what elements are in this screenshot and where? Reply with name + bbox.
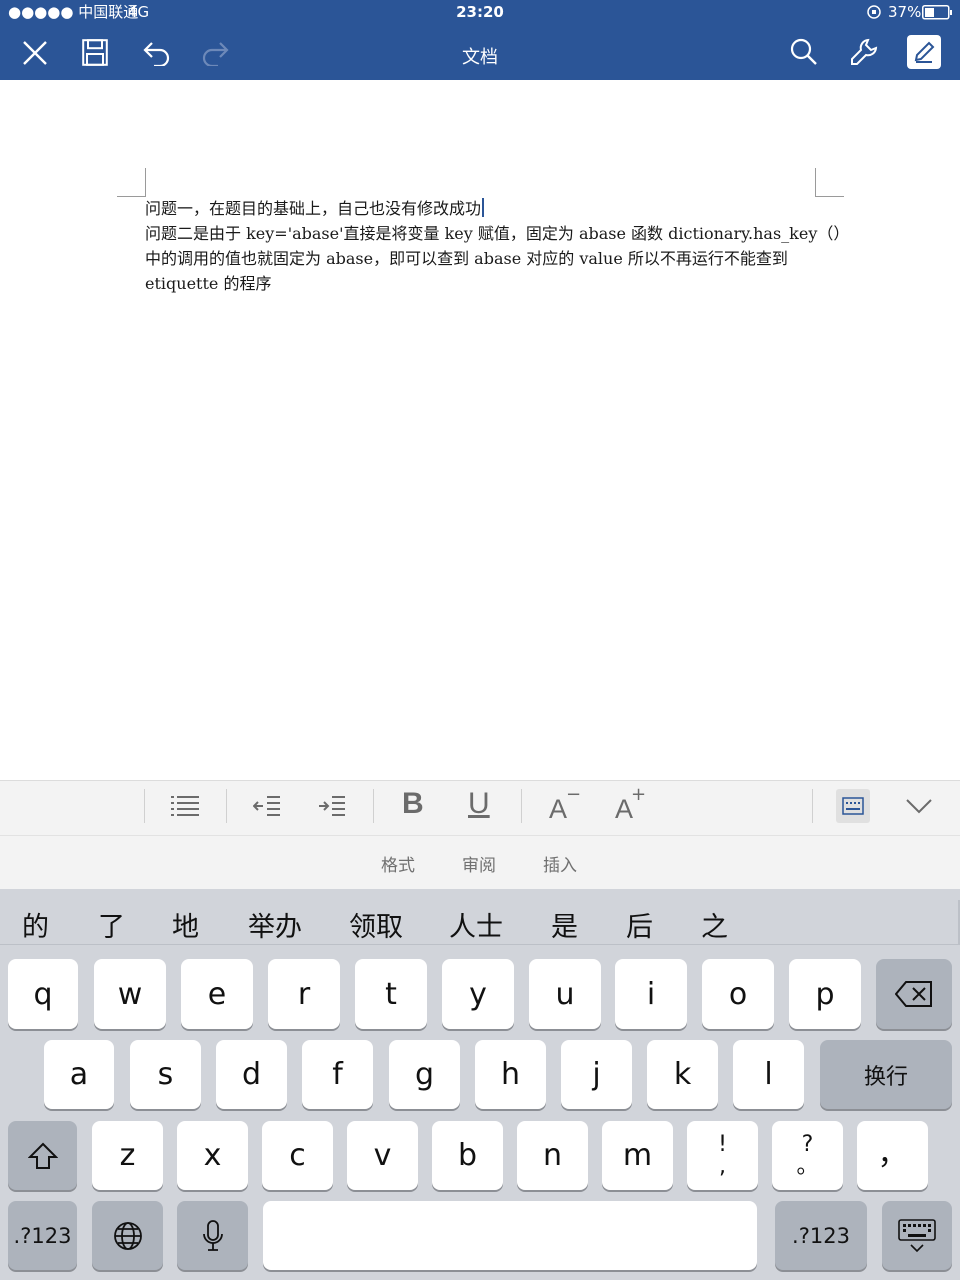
return-key[interactable]: 换行 xyxy=(820,1040,952,1109)
key-a[interactable]: a xyxy=(44,1040,114,1109)
space-key[interactable] xyxy=(263,1201,757,1270)
candidate-word[interactable]: 地 xyxy=(172,905,199,944)
outdent-icon[interactable] xyxy=(252,794,281,822)
clock: 23:20 xyxy=(456,3,504,21)
candidate-word[interactable]: 是 xyxy=(551,905,578,944)
key-d[interactable]: d xyxy=(216,1040,287,1109)
shift-icon xyxy=(27,1142,58,1169)
toolbar-divider xyxy=(521,789,522,823)
key-z[interactable]: z xyxy=(92,1121,163,1190)
key-h[interactable]: h xyxy=(475,1040,546,1109)
numbers-key-right[interactable]: .?123 xyxy=(775,1201,867,1270)
battery-icon xyxy=(922,5,954,24)
toolbar-divider xyxy=(373,789,374,823)
shift-key[interactable] xyxy=(8,1121,77,1190)
key-top-char: ! xyxy=(718,1131,727,1157)
candidate-word[interactable]: 的 xyxy=(22,905,49,944)
key-bottom-char: , xyxy=(719,1153,726,1179)
backspace-icon xyxy=(895,981,932,1007)
page-margin-mark-left xyxy=(117,168,146,197)
key-y[interactable]: y xyxy=(442,959,514,1029)
key-n[interactable]: n xyxy=(517,1121,588,1190)
key-j[interactable]: j xyxy=(561,1040,632,1109)
key-e[interactable]: e xyxy=(181,959,253,1029)
font-decrease-letter: A xyxy=(549,794,568,824)
key-bottom-char: 。 xyxy=(796,1153,819,1179)
candidate-word[interactable]: 举办 xyxy=(248,905,302,944)
document-body[interactable]: 问题一，在题目的基础上，自己也没有修改成功 问题二是由于 key='abase'… xyxy=(145,196,850,296)
document-line: 问题二是由于 key='abase'直接是将变量 key 赋值，固定为 abas… xyxy=(145,224,850,243)
dictation-key[interactable] xyxy=(177,1201,248,1270)
key-k[interactable]: k xyxy=(647,1040,718,1109)
key-v[interactable]: v xyxy=(347,1121,418,1190)
globe-key[interactable] xyxy=(92,1201,163,1270)
key-u[interactable]: u xyxy=(529,959,601,1029)
minus-icon: − xyxy=(566,784,582,805)
hide-keyboard-key[interactable] xyxy=(882,1201,952,1270)
key-l[interactable]: l xyxy=(733,1040,804,1109)
indent-icon[interactable] xyxy=(318,794,346,822)
rotation-lock-icon xyxy=(866,4,882,24)
edit-icon xyxy=(914,41,935,63)
battery-percent: 37% xyxy=(888,3,922,21)
key-w[interactable]: w xyxy=(94,959,166,1029)
tab-review[interactable]: 审阅 xyxy=(462,851,496,876)
globe-icon xyxy=(113,1221,142,1250)
key-exclaim-comma[interactable]: ! , xyxy=(687,1121,758,1190)
search-icon[interactable] xyxy=(790,38,818,66)
key-m[interactable]: m xyxy=(602,1121,673,1190)
font-increase-button[interactable]: A + xyxy=(615,784,646,824)
keyboard-layout-icon xyxy=(842,797,864,815)
document-line: 问题一，在题目的基础上，自己也没有修改成功 xyxy=(145,196,815,221)
key-question-period[interactable]: ? 。 xyxy=(772,1121,843,1190)
document-line: etiquette 的程序 xyxy=(145,274,272,293)
keyboard-layout-button[interactable] xyxy=(836,789,870,823)
candidate-word[interactable]: 领取 xyxy=(349,905,403,944)
bold-button[interactable]: B xyxy=(402,787,424,821)
underline-button[interactable]: U xyxy=(468,787,490,821)
backspace-key[interactable] xyxy=(876,959,952,1029)
hide-keyboard-icon xyxy=(898,1218,936,1252)
edit-mode-button[interactable] xyxy=(907,35,941,69)
candidate-word[interactable]: 人士 xyxy=(449,905,503,944)
toolbar-divider xyxy=(812,789,813,823)
numbers-key[interactable]: .?123 xyxy=(8,1201,77,1270)
wrench-icon[interactable] xyxy=(850,38,878,66)
key-g[interactable]: g xyxy=(389,1040,460,1109)
key-f[interactable]: f xyxy=(302,1040,373,1109)
candidate-word[interactable]: 之 xyxy=(701,905,728,944)
key-comma[interactable]: ， xyxy=(857,1121,928,1190)
key-top-char: ? xyxy=(801,1131,814,1157)
key-r[interactable]: r xyxy=(268,959,340,1029)
candidate-word[interactable]: 后 xyxy=(626,905,653,944)
text-cursor xyxy=(482,198,485,217)
page-margin-mark-right xyxy=(815,168,844,197)
toolbar-divider xyxy=(226,789,227,823)
plus-icon: + xyxy=(631,784,647,805)
document-line: 中的调用的值也就固定为 abase，即可以查到 abase 对应的 value … xyxy=(145,249,788,268)
key-i[interactable]: i xyxy=(615,959,687,1029)
key-t[interactable]: t xyxy=(355,959,427,1029)
font-decrease-button[interactable]: A − xyxy=(549,784,581,824)
key-p[interactable]: p xyxy=(789,959,861,1029)
tab-format[interactable]: 格式 xyxy=(381,851,415,876)
collapse-icon[interactable] xyxy=(905,797,933,819)
key-c[interactable]: c xyxy=(262,1121,333,1190)
list-icon[interactable] xyxy=(171,794,199,822)
toolbar-divider xyxy=(144,789,145,823)
key-q[interactable]: q xyxy=(8,959,78,1029)
candidate-word[interactable]: 了 xyxy=(98,905,125,944)
tab-insert[interactable]: 插入 xyxy=(543,851,577,876)
microphone-icon xyxy=(202,1219,223,1251)
key-o[interactable]: o xyxy=(702,959,774,1029)
key-x[interactable]: x xyxy=(177,1121,248,1190)
key-b[interactable]: b xyxy=(432,1121,503,1190)
key-s[interactable]: s xyxy=(130,1040,201,1109)
app-header: ●●●●● 中国联通 4G 23:20 37% 文档 xyxy=(0,0,960,80)
